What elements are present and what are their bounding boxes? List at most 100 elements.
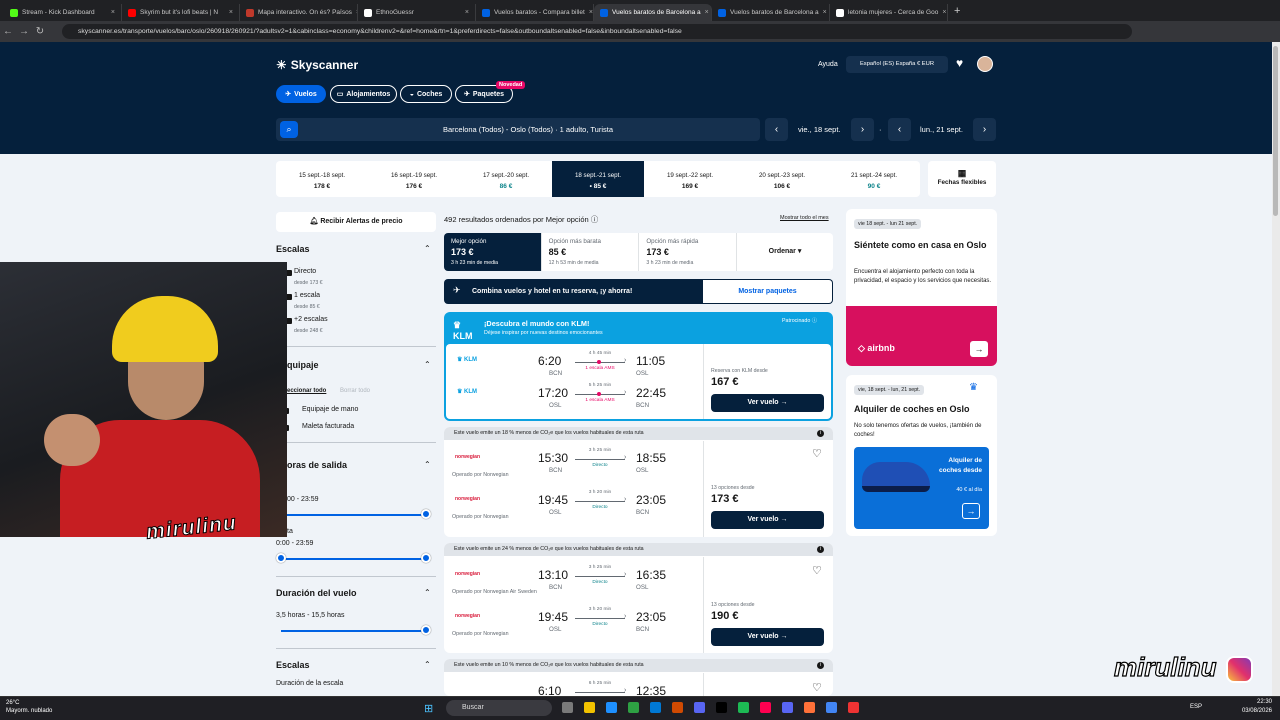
- return-date[interactable]: lun., 21 sept.: [920, 118, 963, 141]
- discord-icon[interactable]: [782, 702, 793, 713]
- skyscanner-logo[interactable]: ☀ Skyscanner: [276, 58, 358, 72]
- tab-alojamientos[interactable]: ▭ Alojamientos: [330, 85, 397, 103]
- search-summary-text[interactable]: Barcelona (Todos) - Oslo (Todos) · 1 adu…: [298, 118, 758, 141]
- show-packages-button[interactable]: Mostrar paquetes: [703, 280, 832, 303]
- browser-tab[interactable]: EthnoGuessr ×: [358, 4, 476, 21]
- close-tab-icon[interactable]: ×: [823, 9, 827, 16]
- chevron-up-icon[interactable]: ⌃: [424, 460, 431, 469]
- info-icon[interactable]: ⓘ: [591, 215, 599, 224]
- date-option[interactable]: 20 sept.-23 sept. 106 €: [736, 161, 828, 197]
- flexible-dates-button[interactable]: ▦ Fechas flexibles: [928, 161, 996, 197]
- save-flight-heart-icon[interactable]: ♡: [812, 564, 822, 577]
- stop-option-one[interactable]: 1 escala: [294, 292, 320, 299]
- next-return-button[interactable]: ›: [973, 118, 996, 141]
- close-tab-icon[interactable]: ×: [589, 9, 593, 16]
- locale-selector[interactable]: Español (ES) España € EUR: [846, 56, 948, 73]
- date-option[interactable]: 21 sept.-24 sept. 90 €: [828, 161, 920, 197]
- browser-tab[interactable]: Vuelos baratos de Barcelona a ×: [594, 4, 712, 21]
- close-tab-icon[interactable]: ×: [111, 9, 115, 16]
- show-month-link[interactable]: Mostrar todo el mes: [780, 215, 829, 221]
- sort-fastest[interactable]: Opción más rápida 173 €3 h 23 min de medi…: [639, 233, 738, 271]
- luggage-option-hand[interactable]: Equipaje de mano: [302, 406, 358, 413]
- forward-icon[interactable]: →: [16, 26, 32, 37]
- tiktok-icon[interactable]: [716, 702, 727, 713]
- stop-option-direct[interactable]: Directo: [294, 268, 316, 275]
- task-view-icon[interactable]: [562, 702, 573, 713]
- app-icon[interactable]: [848, 702, 859, 713]
- slider-handle[interactable]: [421, 553, 431, 563]
- arrow-right-icon[interactable]: →: [962, 503, 980, 519]
- info-icon[interactable]: i: [817, 662, 824, 669]
- close-tab-icon[interactable]: ×: [465, 9, 469, 16]
- store-icon[interactable]: [650, 702, 661, 713]
- browser-tab[interactable]: Skyrim but it's lofi beats | N ×: [122, 4, 240, 21]
- keyboard-language[interactable]: ESP: [1190, 704, 1202, 710]
- system-clock[interactable]: 22:30 03/08/2026: [1234, 698, 1272, 716]
- file-explorer-icon[interactable]: [584, 702, 595, 713]
- stop-option-two[interactable]: +2 escalas: [294, 316, 328, 323]
- duration-slider[interactable]: [281, 630, 427, 632]
- date-option[interactable]: 16 sept.-19 sept. 176 €: [368, 161, 460, 197]
- taskbar-search[interactable]: Buscar: [446, 700, 552, 716]
- view-flight-button[interactable]: Ver vuelo →: [711, 511, 824, 529]
- chevron-up-icon[interactable]: ⌃: [424, 588, 431, 597]
- sort-best[interactable]: Mejor opción 173 €3 h 23 min de media: [444, 233, 542, 271]
- date-option[interactable]: 17 sept.-20 sept. 86 €: [460, 161, 552, 197]
- select-all-link[interactable]: eccionar todo: [287, 388, 326, 394]
- browser-tab[interactable]: Vuelos baratos - Compara billet ×: [476, 4, 594, 21]
- save-flight-heart-icon[interactable]: ♡: [812, 447, 822, 460]
- browser-tab[interactable]: Stream - Kick Dashboard ×: [4, 4, 122, 21]
- browser-tab[interactable]: Vuelos baratos de Barcelona a ×: [712, 4, 830, 21]
- outbound-time-slider[interactable]: [281, 514, 427, 516]
- date-option[interactable]: 18 sept.-21 sept. • 85 €: [552, 161, 644, 197]
- prev-return-button[interactable]: ‹: [888, 118, 911, 141]
- sort-cheapest[interactable]: Opción más barata 85 €12 h 53 min de medi…: [542, 233, 640, 271]
- spotify-icon[interactable]: [738, 702, 749, 713]
- chrome-icon[interactable]: [826, 702, 837, 713]
- edge-icon[interactable]: [606, 702, 617, 713]
- teams-icon[interactable]: [694, 702, 705, 713]
- save-flight-heart-icon[interactable]: ♡: [812, 681, 822, 694]
- scrollbar-thumb[interactable]: [1273, 46, 1278, 216]
- date-option[interactable]: 15 sept.-18 sept. 178 €: [276, 161, 368, 197]
- depart-date[interactable]: vie., 18 sept.: [798, 118, 841, 141]
- view-flight-button[interactable]: Ver vuelo →: [711, 628, 824, 646]
- chevron-up-icon[interactable]: ⌃: [424, 360, 431, 369]
- new-tab-icon[interactable]: +: [954, 5, 960, 17]
- browser-tab[interactable]: letonia mujeres - Cerca de Goo ×: [830, 4, 948, 21]
- sort-dropdown[interactable]: Ordenar ▾: [737, 233, 833, 271]
- office-icon[interactable]: [672, 702, 683, 713]
- arrow-right-icon[interactable]: →: [970, 341, 988, 357]
- slider-handle[interactable]: [276, 553, 286, 563]
- next-depart-button[interactable]: ›: [851, 118, 874, 141]
- airbnb-banner[interactable]: [846, 306, 997, 366]
- chevron-up-icon[interactable]: ⌃: [424, 660, 431, 669]
- back-icon[interactable]: ←: [0, 26, 16, 37]
- firefox-icon[interactable]: [804, 702, 815, 713]
- close-tab-icon[interactable]: ×: [705, 9, 709, 16]
- heart-icon[interactable]: ♥: [956, 56, 963, 70]
- return-time-slider[interactable]: [281, 558, 427, 560]
- close-tab-icon[interactable]: ×: [229, 9, 233, 16]
- close-tab-icon[interactable]: ×: [942, 9, 946, 16]
- url-input[interactable]: skyscanner.es/transporte/vuelos/barc/osl…: [62, 24, 1132, 39]
- info-icon[interactable]: i: [817, 430, 824, 437]
- date-option[interactable]: 19 sept.-22 sept. 169 €: [644, 161, 736, 197]
- price-alert-button[interactable]: 🔔︎ Recibir Alertas de precio: [276, 212, 436, 232]
- search-icon[interactable]: ⌕: [280, 121, 298, 138]
- slider-handle[interactable]: [421, 509, 431, 519]
- avatar[interactable]: [977, 56, 993, 72]
- slider-handle[interactable]: [421, 625, 431, 635]
- prev-depart-button[interactable]: ‹: [765, 118, 788, 141]
- weather-widget[interactable]: 26°C Mayorm. nublado: [6, 699, 52, 715]
- chevron-up-icon[interactable]: ⌃: [424, 244, 431, 253]
- tab-coches[interactable]: ◒ Coches: [400, 85, 452, 103]
- luggage-option-checked[interactable]: Maleta facturada: [302, 423, 354, 430]
- windows-start-icon[interactable]: ⊞: [424, 702, 433, 715]
- info-icon[interactable]: i: [817, 546, 824, 553]
- klm-view-flight-button[interactable]: Ver vuelo →: [711, 394, 824, 412]
- reload-icon[interactable]: ↻: [32, 26, 48, 37]
- xbox-icon[interactable]: [628, 702, 639, 713]
- app-icon[interactable]: [760, 702, 771, 713]
- tab-vuelos[interactable]: ✈ Vuelos: [276, 85, 326, 103]
